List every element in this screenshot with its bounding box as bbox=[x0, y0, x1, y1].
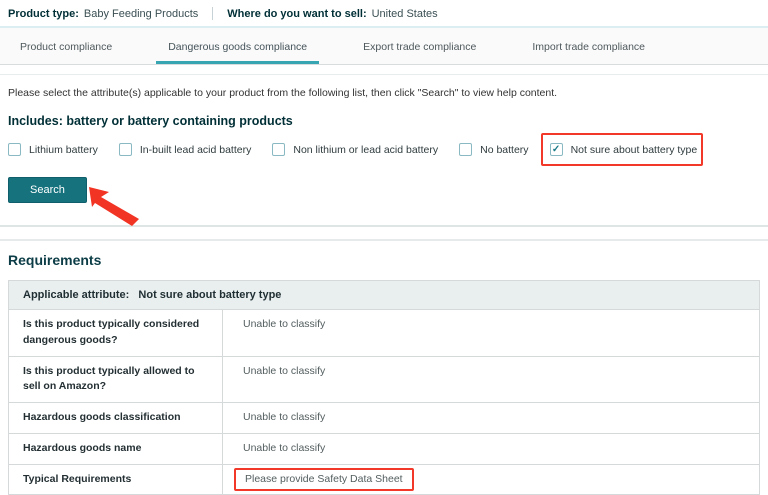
checkmark-icon: ✓ bbox=[552, 145, 560, 155]
context-bar: Product type: Baby Feeding Products Wher… bbox=[0, 0, 768, 28]
battery-checkbox-group: Lithium battery In-built lead acid batte… bbox=[8, 141, 760, 158]
attribute-selection-panel: Please select the attribute(s) applicabl… bbox=[0, 75, 768, 225]
row-label: Hazardous goods name bbox=[9, 434, 223, 464]
checkbox-item-no-battery[interactable]: No battery bbox=[459, 141, 528, 158]
checkbox-label: In-built lead acid battery bbox=[140, 144, 251, 156]
row-value: Unable to classify bbox=[223, 310, 759, 356]
checkbox-item-non-lithium-lead-acid[interactable]: Non lithium or lead acid battery bbox=[272, 141, 438, 158]
sell-destination-label: Where do you want to sell: bbox=[227, 8, 366, 20]
instruction-text: Please select the attribute(s) applicabl… bbox=[8, 87, 760, 99]
battery-attributes-heading: Includes: battery or battery containing … bbox=[8, 114, 760, 128]
row-label: Is this product typically considered dan… bbox=[9, 310, 223, 356]
search-row: Search bbox=[8, 177, 760, 225]
row-value: Unable to classify bbox=[223, 357, 759, 403]
checkbox-no-battery[interactable] bbox=[459, 143, 472, 156]
row-label: Is this product typically allowed to sel… bbox=[9, 357, 223, 403]
product-type-value: Baby Feeding Products bbox=[84, 8, 198, 20]
annotation-box-safety-data-sheet: Please provide Safety Data Sheet bbox=[234, 468, 414, 492]
checkbox-lithium-battery[interactable] bbox=[8, 143, 21, 156]
row-label: Hazardous goods classification bbox=[9, 403, 223, 433]
table-row: Hazardous goods name Unable to classify bbox=[9, 433, 759, 464]
checkbox-inbuilt-lead-acid[interactable] bbox=[119, 143, 132, 156]
table-row: Is this product typically considered dan… bbox=[9, 309, 759, 356]
compliance-tabs: Product compliance Dangerous goods compl… bbox=[0, 28, 768, 65]
annotation-arrow-icon bbox=[88, 186, 142, 226]
row-value: Unable to classify bbox=[223, 434, 759, 464]
table-header-row: Applicable attribute: Not sure about bat… bbox=[9, 281, 759, 309]
section-divider-bottom bbox=[0, 239, 768, 241]
checkbox-item-inbuilt-lead-acid[interactable]: In-built lead acid battery bbox=[119, 141, 251, 158]
requirements-section: Requirements Applicable attribute: Not s… bbox=[0, 252, 768, 495]
checkbox-item-not-sure-battery-type[interactable]: ✓ Not sure about battery type bbox=[550, 141, 698, 158]
tab-import-trade-compliance[interactable]: Import trade compliance bbox=[520, 28, 657, 64]
table-row: Typical Requirements Please provide Safe… bbox=[9, 464, 759, 495]
row-label: Typical Requirements bbox=[9, 465, 223, 495]
table-row: Hazardous goods classification Unable to… bbox=[9, 402, 759, 433]
checkbox-label: Non lithium or lead acid battery bbox=[293, 144, 438, 156]
checkbox-label: Not sure about battery type bbox=[571, 144, 698, 156]
tab-product-compliance[interactable]: Product compliance bbox=[8, 28, 124, 64]
requirements-heading: Requirements bbox=[8, 252, 760, 268]
row-value: Please provide Safety Data Sheet bbox=[223, 465, 759, 495]
section-divider-gap bbox=[0, 227, 768, 239]
applicable-attribute-value: Not sure about battery type bbox=[138, 289, 281, 301]
product-type-label: Product type: bbox=[8, 8, 79, 20]
checkbox-not-sure-battery-type[interactable]: ✓ bbox=[550, 143, 563, 156]
checkbox-item-lithium-battery[interactable]: Lithium battery bbox=[8, 141, 98, 158]
applicable-attribute-label: Applicable attribute: bbox=[23, 289, 129, 301]
checkbox-label: Lithium battery bbox=[29, 144, 98, 156]
checkbox-non-lithium-lead-acid[interactable] bbox=[272, 143, 285, 156]
checkbox-label: No battery bbox=[480, 144, 528, 156]
sell-destination-value: United States bbox=[372, 8, 438, 20]
row-value: Unable to classify bbox=[223, 403, 759, 433]
search-button[interactable]: Search bbox=[8, 177, 87, 203]
vertical-divider bbox=[212, 7, 213, 20]
requirements-table: Applicable attribute: Not sure about bat… bbox=[8, 280, 760, 495]
table-row: Is this product typically allowed to sel… bbox=[9, 356, 759, 403]
tab-dangerous-goods-compliance[interactable]: Dangerous goods compliance bbox=[156, 28, 319, 64]
tab-export-trade-compliance[interactable]: Export trade compliance bbox=[351, 28, 488, 64]
